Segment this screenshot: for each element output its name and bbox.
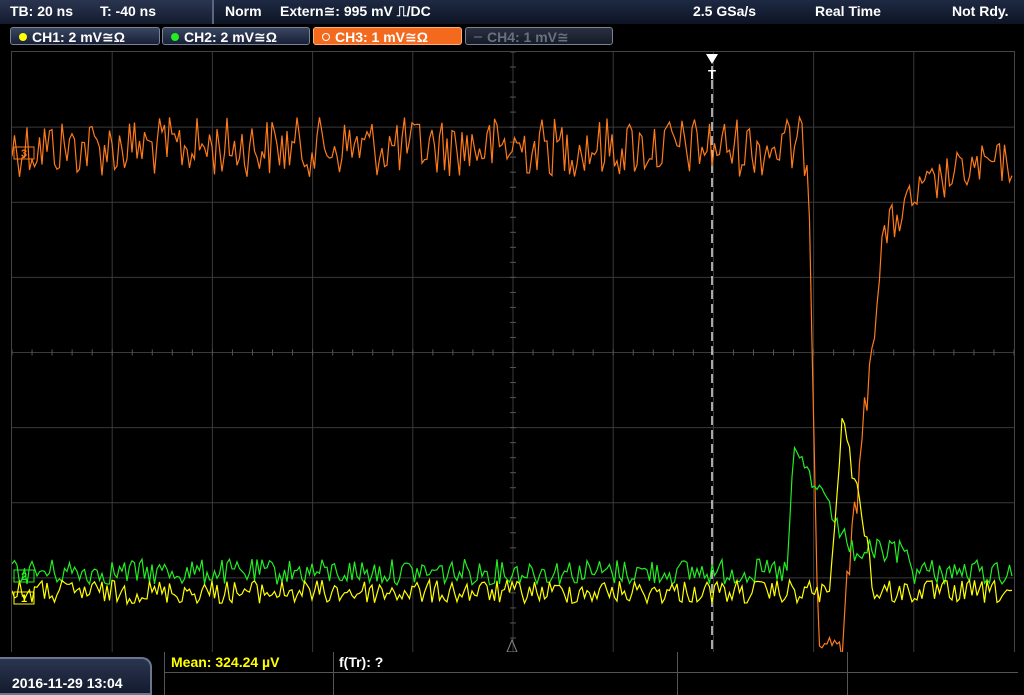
channel-2-tab[interactable]: CH2: 2 mV≅Ω: [162, 27, 310, 45]
frequency-measurement: f(Tr): ?: [339, 654, 384, 670]
measurement-cell[interactable]: [677, 652, 848, 672]
measurement-panel[interactable]: Mean: 324.24 µV f(Tr): ?: [164, 652, 1018, 695]
horizontal-position-icon: [506, 638, 518, 653]
channel-2-label: CH2: 2 mV≅Ω: [184, 29, 277, 45]
timebase-label[interactable]: TB: 20 ns: [10, 3, 73, 19]
channel-1-dot-icon: [19, 33, 27, 42]
channel-3-dot-icon: [322, 33, 330, 42]
trigger-source-label[interactable]: Extern≅: 995 mV ⎍/DC: [280, 3, 431, 20]
measurement-row: Mean: 324.24 µV f(Tr): ?: [165, 652, 1018, 673]
waveform-canvas[interactable]: T 3 2 1: [12, 52, 1014, 653]
measurement-cell[interactable]: Mean: 324.24 µV: [165, 652, 334, 672]
datetime-label: 2016-11-29 13:04: [12, 675, 123, 691]
channel-4-label: CH4: 1 mV≅: [487, 29, 569, 45]
channel-3-tab[interactable]: CH3: 1 mV≅Ω: [313, 27, 462, 45]
datetime-panel: 2016-11-29 13:04: [0, 657, 152, 695]
measurement-divider: [333, 673, 334, 695]
channel-4-dot-icon: [474, 36, 482, 39]
channel-1-marker-label: 1: [21, 593, 27, 605]
channel-3-waveform: [12, 115, 1013, 653]
trigger-arrow-icon[interactable]: [706, 54, 718, 64]
trigger-offset-label[interactable]: T: -40 ns: [100, 3, 156, 19]
measurement-row: [165, 673, 1018, 695]
graticule: [12, 52, 1014, 653]
channel-1-label: CH1: 2 mV≅Ω: [32, 29, 125, 45]
mean-measurement: Mean: 324.24 µV: [171, 654, 280, 670]
channel-2-marker-label: 2: [21, 571, 27, 583]
acquisition-state-label: Not Rdy.: [952, 3, 1009, 19]
channel-3-marker-label: 3: [21, 148, 27, 160]
measurement-divider: [847, 673, 848, 695]
measurement-divider: [677, 673, 678, 695]
acquisition-mode-label[interactable]: Real Time: [815, 3, 881, 19]
timebase-panel[interactable]: TB: 20 ns T: -40 ns: [0, 0, 214, 24]
channel-3-label: CH3: 1 mV≅Ω: [335, 29, 428, 45]
channel-2-dot-icon: [171, 33, 179, 42]
sample-rate-label[interactable]: 2.5 GSa/s: [693, 3, 756, 19]
status-bar: TB: 20 ns T: -40 ns Norm Extern≅: 995 mV…: [0, 0, 1024, 24]
trigger-marker-label: T: [708, 67, 716, 82]
channel-4-tab[interactable]: CH4: 1 mV≅: [465, 27, 613, 45]
trigger-mode-label[interactable]: Norm: [225, 3, 262, 19]
measurement-cell[interactable]: [847, 652, 1018, 672]
channel-bar: CH1: 2 mV≅Ω CH2: 2 mV≅Ω CH3: 1 mV≅Ω CH4:…: [0, 24, 1024, 48]
measurement-cell[interactable]: f(Tr): ?: [333, 652, 678, 672]
channel-1-tab[interactable]: CH1: 2 mV≅Ω: [10, 27, 160, 45]
waveform-display[interactable]: T 3 2 1: [11, 51, 1015, 654]
